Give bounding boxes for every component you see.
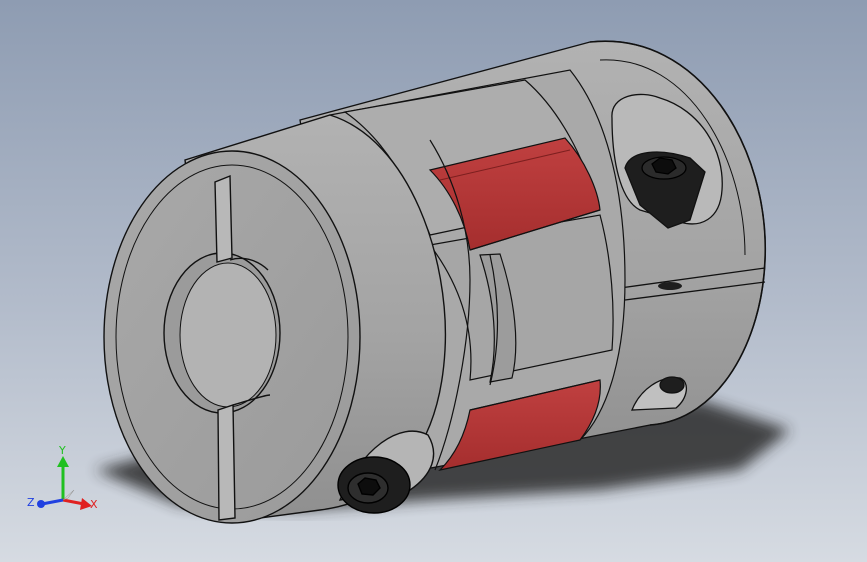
triad-graphic: Y X Z	[27, 444, 98, 511]
axis-x-label: X	[90, 498, 98, 511]
split-slot-bottom	[217, 404, 236, 521]
graphics-viewport[interactable]: Y X Z	[0, 0, 867, 562]
axis-y-label: Y	[58, 444, 66, 457]
split-slot-top	[214, 174, 233, 263]
coordinate-triad[interactable]: Y X Z	[22, 440, 112, 520]
front-hub[interactable]	[103, 114, 447, 524]
axis-z-label: Z	[27, 496, 35, 509]
model-scene[interactable]	[0, 0, 867, 562]
